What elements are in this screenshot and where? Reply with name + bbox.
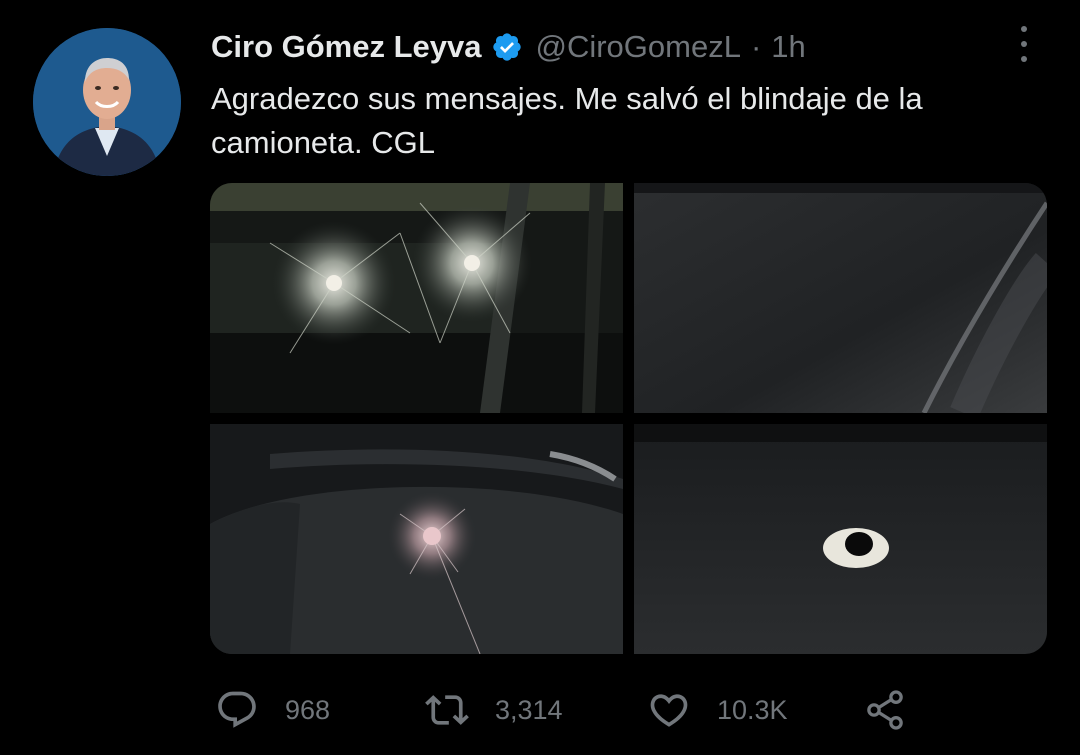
media-grid [210,183,1047,654]
bullet-hole-metal-photo[interactable] [634,424,1047,654]
tweet-actions: 968 3,314 10.3K [215,688,915,732]
like-button[interactable]: 10.3K [647,688,788,732]
dark-vehicle-surface-photo[interactable] [634,183,1047,413]
reply-icon [218,691,256,728]
author-handle[interactable]: @CiroGomezL [535,29,740,65]
tweet[interactable]: Ciro Gómez Leyva @CiroGomezL · 1h Agrade… [0,0,1080,755]
avatar[interactable] [33,28,181,176]
retweet-button[interactable]: 3,314 [425,688,563,732]
retweet-count: 3,314 [495,694,563,725]
like-count: 10.3K [717,694,788,725]
more-icon[interactable] [1014,26,1034,62]
shattered-windshield-photo[interactable] [210,183,623,413]
share-icon [867,690,903,730]
heart-icon [650,694,688,727]
share-button[interactable] [863,688,907,732]
bullet-impact-glass-photo[interactable] [210,424,623,654]
tweet-header: Ciro Gómez Leyva @CiroGomezL · 1h [211,25,806,69]
reply-button[interactable]: 968 [215,688,330,732]
header-separator: · [750,29,762,64]
tweet-timestamp[interactable]: 1h [771,29,805,65]
tweet-text: Agradezco sus mensajes. Me salvó el blin… [211,81,923,160]
avatar-image [33,28,181,176]
verified-badge-icon [491,31,523,63]
reply-count: 968 [285,694,331,725]
author-name[interactable]: Ciro Gómez Leyva [211,29,481,65]
retweet-icon [425,695,469,725]
